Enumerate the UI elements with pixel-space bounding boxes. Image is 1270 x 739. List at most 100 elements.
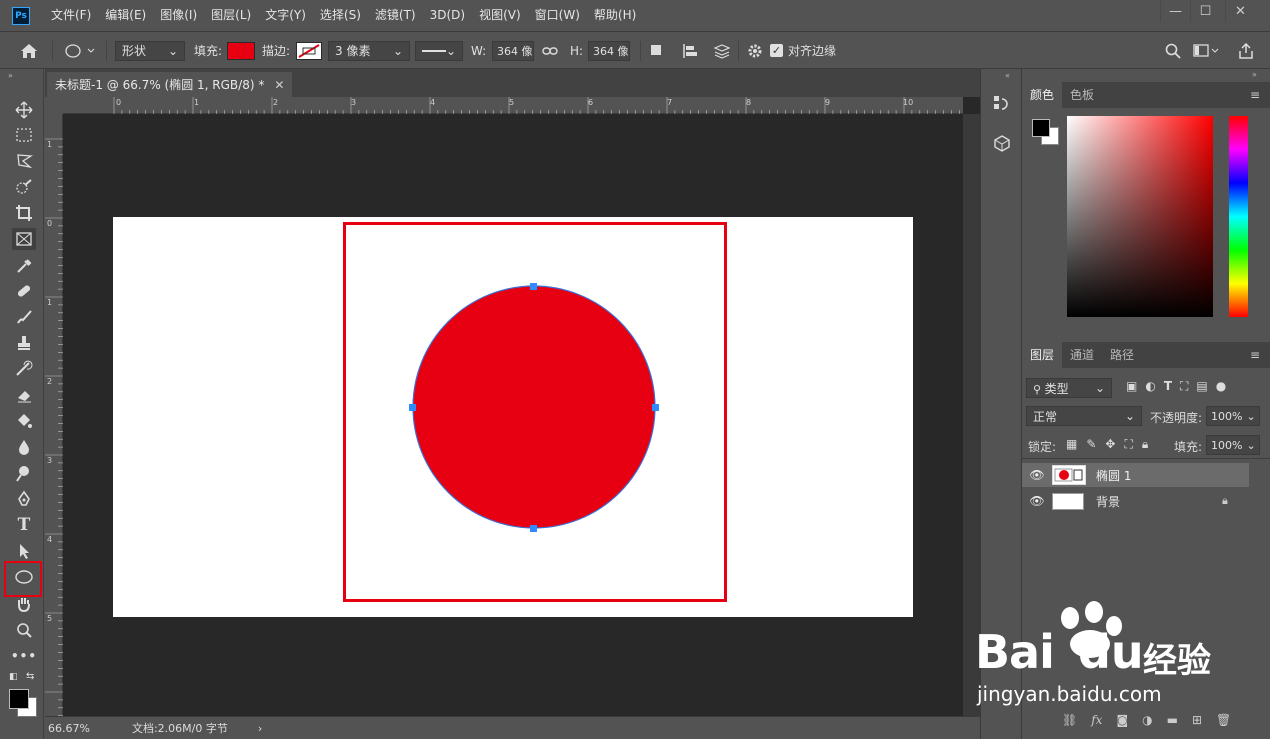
opacity-input[interactable]: 100% ⌄ <box>1206 406 1260 426</box>
anchor-point[interactable] <box>530 525 537 532</box>
path-selection-tool-icon[interactable] <box>12 540 36 562</box>
collapse-icon[interactable]: » <box>1252 70 1257 79</box>
anchor-point[interactable] <box>530 283 537 290</box>
pen-tool-icon[interactable] <box>12 488 36 510</box>
path-alignment-icon[interactable] <box>682 40 698 61</box>
share-icon[interactable] <box>1238 40 1254 61</box>
tool-mode-dropdown[interactable]: 形状 ⌄ <box>115 40 185 61</box>
lock-all-icon[interactable]: 🔒︎ <box>1142 437 1148 452</box>
panel-menu-icon[interactable]: ≡ <box>1250 88 1260 102</box>
history-panel-icon[interactable] <box>993 95 1011 116</box>
menu-edit[interactable]: 编辑(E) <box>98 0 153 31</box>
menu-layer[interactable]: 图层(L) <box>204 0 258 31</box>
type-tool-icon[interactable]: T <box>12 514 36 536</box>
healing-brush-tool-icon[interactable] <box>12 280 36 302</box>
link-layers-icon[interactable]: ⛓ <box>1062 713 1077 727</box>
minimize-button[interactable]: — <box>1160 0 1190 22</box>
adjustment-layer-icon[interactable]: ◑ <box>1142 713 1152 727</box>
type-filter-icon[interactable]: T <box>1164 379 1172 394</box>
document-tab[interactable]: 未标题-1 @ 66.7% (椭圆 1, RGB/8) * ✕ <box>47 72 293 97</box>
home-icon[interactable] <box>20 40 38 61</box>
dodge-tool-icon[interactable] <box>12 462 36 484</box>
quick-selection-tool-icon[interactable] <box>12 176 36 198</box>
align-edges-checkbox[interactable]: ✓ 对齐边缘 <box>770 40 836 61</box>
filter-toggle-icon[interactable]: ● <box>1216 379 1226 394</box>
layer-filter-dropdown[interactable]: ⚲ 类型 ⌄ <box>1026 378 1112 398</box>
menu-window[interactable]: 窗口(W) <box>528 0 587 31</box>
search-icon[interactable] <box>1165 40 1181 61</box>
fx-icon[interactable]: fx <box>1091 713 1102 727</box>
group-folder-icon[interactable]: ▬ <box>1167 713 1178 727</box>
lock-artboard-icon[interactable]: ⛶ <box>1124 437 1132 452</box>
chevron-right-icon[interactable]: › <box>258 722 262 735</box>
tab-paths[interactable]: 路径 <box>1102 342 1142 368</box>
fill-opacity-input[interactable]: 100% ⌄ <box>1206 435 1260 455</box>
anchor-point[interactable] <box>652 404 659 411</box>
swap-colors-icon[interactable]: ⇆ <box>26 671 34 682</box>
anchor-point[interactable] <box>409 404 416 411</box>
color-picker-field[interactable] <box>1067 116 1213 317</box>
collapse-icon[interactable]: « <box>1005 71 1010 80</box>
tab-color[interactable]: 颜色 <box>1022 82 1063 108</box>
close-tab-icon[interactable]: ✕ <box>274 78 284 92</box>
paint-bucket-tool-icon[interactable] <box>12 410 36 432</box>
menu-file[interactable]: 文件(F) <box>44 0 98 31</box>
gear-icon[interactable] <box>747 40 763 61</box>
blur-tool-icon[interactable] <box>12 436 36 458</box>
stroke-color-swatch[interactable] <box>296 41 322 60</box>
ellipse-tool-preset-icon[interactable] <box>64 40 98 61</box>
menu-filter[interactable]: 滤镜(T) <box>368 0 423 31</box>
history-brush-tool-icon[interactable] <box>12 358 36 380</box>
menu-help[interactable]: 帮助(H) <box>587 0 643 31</box>
default-colors-icon[interactable]: ◧ <box>9 672 18 682</box>
color-foreground-swatch[interactable] <box>1032 119 1050 137</box>
workspace-icon[interactable] <box>1193 40 1219 61</box>
link-icon[interactable] <box>542 40 558 61</box>
lock-position-icon[interactable]: ✥ <box>1105 437 1115 452</box>
lock-pixels-icon[interactable]: ✎ <box>1086 437 1096 452</box>
menu-type[interactable]: 文字(Y) <box>258 0 313 31</box>
shape-filter-icon[interactable]: ⛶ <box>1180 379 1188 394</box>
path-arrangement-icon[interactable] <box>712 40 730 61</box>
menu-view[interactable]: 视图(V) <box>472 0 528 31</box>
lock-transparency-icon[interactable]: ▦ <box>1066 437 1077 452</box>
eraser-tool-icon[interactable] <box>12 384 36 406</box>
hue-slider[interactable] <box>1229 116 1248 317</box>
adjustment-filter-icon[interactable]: ◐ <box>1145 379 1155 394</box>
height-input[interactable]: 364 像 <box>588 40 630 61</box>
layer-row[interactable]: 👁︎ 椭圆 1 <box>1022 463 1249 487</box>
smart-object-filter-icon[interactable]: ▤ <box>1196 379 1207 394</box>
fill-color-swatch[interactable] <box>227 41 255 60</box>
collapse-icon[interactable]: » <box>8 71 13 80</box>
eye-icon[interactable]: 👁︎ <box>1022 468 1052 482</box>
brush-tool-icon[interactable] <box>12 306 36 328</box>
width-input[interactable]: 364 像 <box>492 40 534 61</box>
marquee-tool-icon[interactable] <box>12 124 36 146</box>
new-layer-icon[interactable]: ⊞ <box>1192 713 1202 727</box>
more-tools-icon[interactable]: ••• <box>11 645 36 667</box>
panel-menu-icon[interactable]: ≡ <box>1250 348 1260 362</box>
stroke-width-dropdown[interactable]: 3 像素 ⌄ <box>328 40 410 61</box>
menu-3d[interactable]: 3D(D) <box>423 0 472 31</box>
hand-tool-icon[interactable] <box>12 593 36 615</box>
ellipse-shape[interactable] <box>405 280 665 535</box>
tab-channels[interactable]: 通道 <box>1062 342 1102 368</box>
lasso-tool-icon[interactable] <box>12 150 36 172</box>
layer-mask-icon[interactable]: ◙ <box>1116 713 1128 727</box>
menu-select[interactable]: 选择(S) <box>313 0 368 31</box>
eye-icon[interactable]: 👁︎ <box>1022 494 1052 508</box>
foreground-color-swatch[interactable] <box>9 689 29 709</box>
eyedropper-tool-icon[interactable] <box>12 255 36 277</box>
maximize-button[interactable]: ☐ <box>1190 0 1220 22</box>
zoom-tool-icon[interactable] <box>12 619 36 641</box>
tab-swatches[interactable]: 色板 <box>1062 82 1102 108</box>
path-operations-icon[interactable] <box>650 40 664 61</box>
pixel-filter-icon[interactable]: ▣ <box>1126 379 1137 394</box>
move-tool-icon[interactable] <box>12 99 36 121</box>
close-button[interactable]: ✕ <box>1225 0 1255 22</box>
stroke-type-dropdown[interactable]: ⌄ <box>415 40 463 61</box>
clone-stamp-tool-icon[interactable] <box>12 332 36 354</box>
crop-tool-icon[interactable] <box>12 202 36 224</box>
blend-mode-dropdown[interactable]: 正常 ⌄ <box>1026 406 1142 426</box>
trash-icon[interactable]: 🗑︎ <box>1216 713 1231 727</box>
